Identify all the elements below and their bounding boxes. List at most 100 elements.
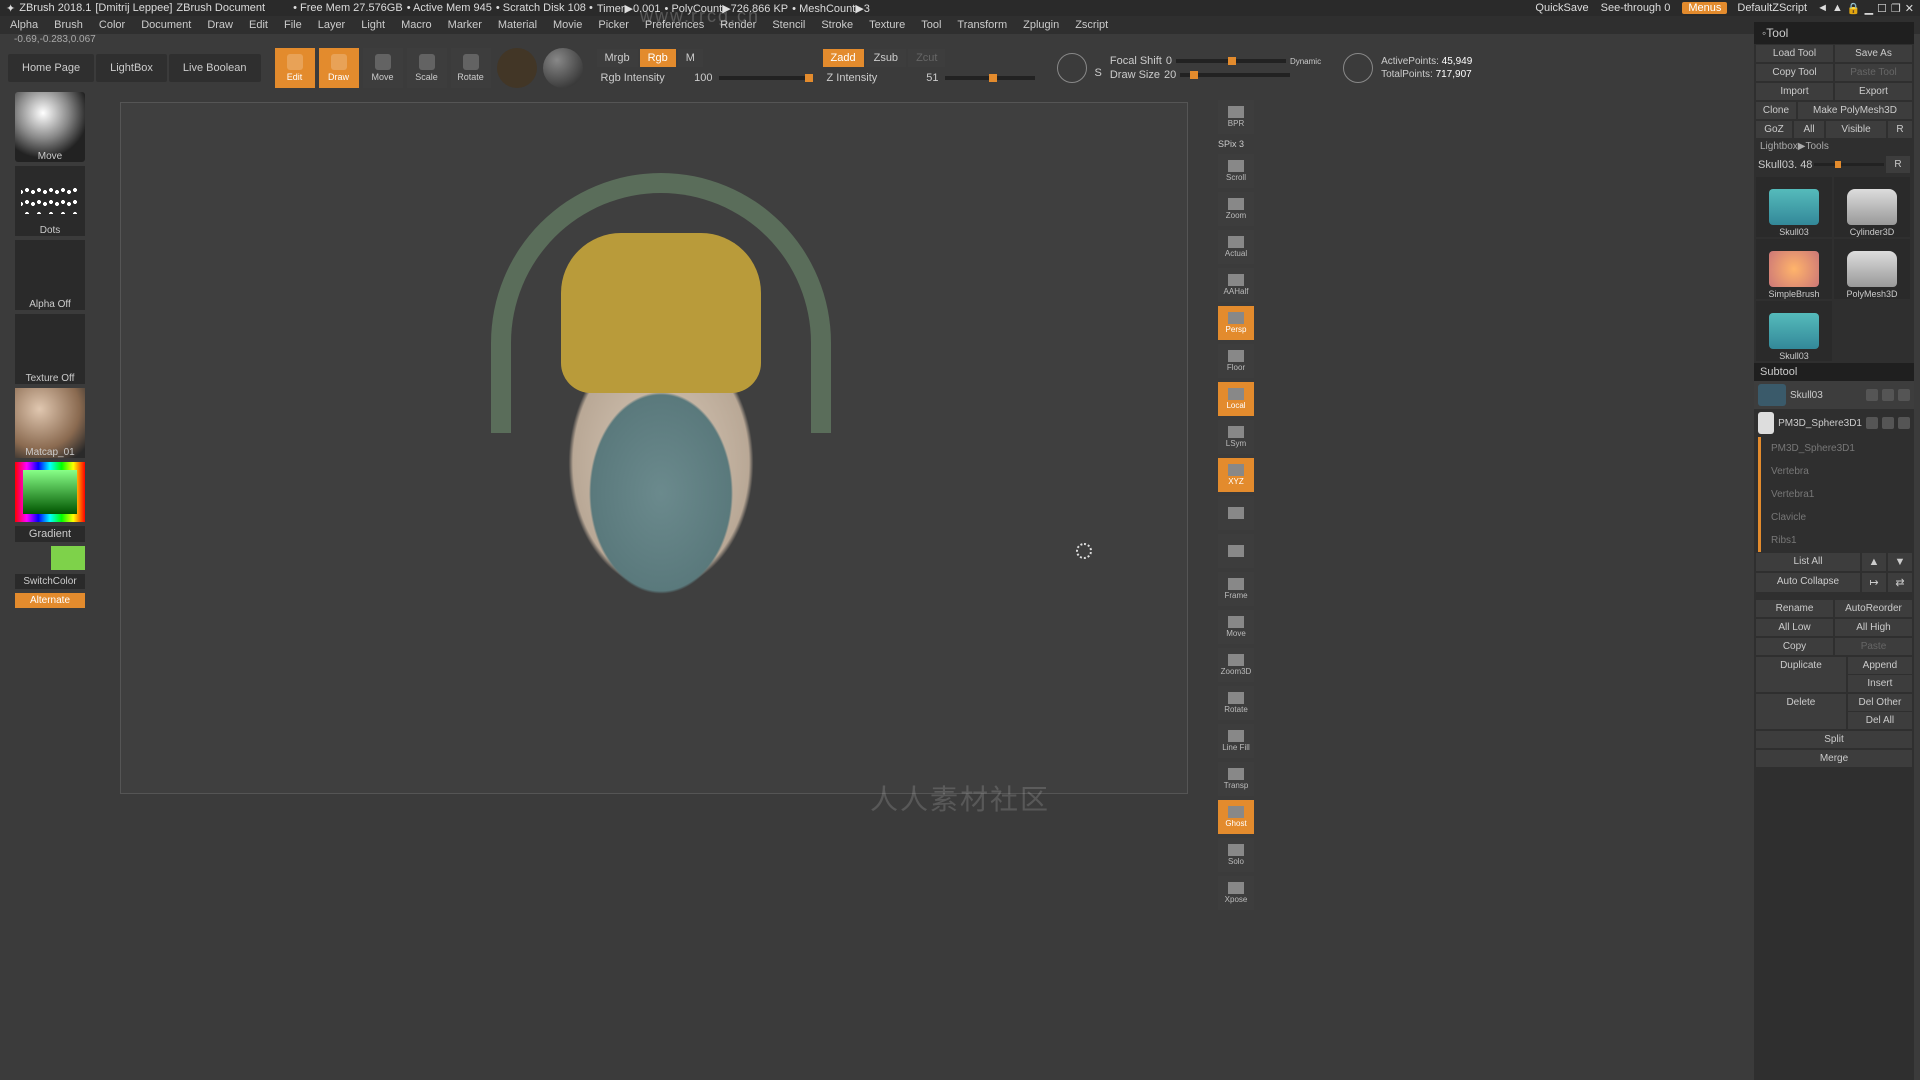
color-picker[interactable] [15,462,85,522]
scale-mode-button[interactable]: Scale [407,48,447,88]
menu-zplugin[interactable]: Zplugin [1023,19,1059,31]
menu-render[interactable]: Render [720,19,756,31]
local-button[interactable]: Local [1218,382,1254,416]
sculptris-button[interactable] [543,48,583,88]
paste-button[interactable]: Paste [1835,638,1912,655]
insert-button[interactable]: Insert [1848,675,1912,692]
transp-button[interactable]: Transp [1218,762,1254,796]
solo-button[interactable]: Solo [1218,838,1254,872]
xyz-button[interactable]: XYZ [1218,458,1254,492]
quicksave-button[interactable]: QuickSave [1535,2,1588,14]
swatch-primary[interactable] [15,546,49,570]
zoom3d-button[interactable]: Zoom3D [1218,648,1254,682]
viewport[interactable] [120,102,1188,794]
switchcolor-button[interactable]: SwitchColor [15,574,85,589]
subtool-dim-ribs1[interactable]: Ribs1 [1761,529,1914,552]
swatch-secondary[interactable] [51,546,85,570]
menu-light[interactable]: Light [361,19,385,31]
import-button[interactable]: Import [1756,83,1833,100]
tab-home[interactable]: Home Page [8,54,94,82]
lightbox-tools-label[interactable]: Lightbox▶Tools [1754,139,1914,154]
menu-layer[interactable]: Layer [318,19,346,31]
tool-item-simplebrush[interactable]: SimpleBrush [1756,239,1832,299]
menu-document[interactable]: Document [141,19,191,31]
dynamic-label[interactable]: Dynamic [1290,57,1321,66]
linefill-button[interactable]: Line Fill [1218,724,1254,758]
bpr-button[interactable]: BPR [1218,100,1254,134]
goz-visible-button[interactable]: Visible [1826,121,1886,138]
lock-icon[interactable]: 🔒 [1847,2,1861,15]
menu-stroke[interactable]: Stroke [821,19,853,31]
mrgb-button[interactable]: Mrgb [597,49,638,67]
rename-button[interactable]: Rename [1756,600,1833,617]
delother-button[interactable]: Del Other [1848,694,1912,711]
focal-shift-slider[interactable] [1176,59,1286,63]
actual-button[interactable]: Actual [1218,230,1254,264]
allhigh-button[interactable]: All High [1835,619,1912,636]
stroke-selector[interactable]: Dots [15,166,85,236]
brush-icon[interactable] [1882,389,1894,401]
zadd-button[interactable]: Zadd [823,49,864,67]
menu-color[interactable]: Color [99,19,125,31]
tool-r-button[interactable]: R [1886,156,1910,173]
zsub-button[interactable]: Zsub [866,49,906,67]
rotate-button[interactable]: Rotate [1218,686,1254,720]
menu-preferences[interactable]: Preferences [645,19,704,31]
subtool-dim-vertebra1[interactable]: Vertebra1 [1761,483,1914,506]
menu-zscript[interactable]: Zscript [1075,19,1108,31]
zintensity-slider[interactable] [945,76,1035,80]
subtool-dim-vertebra[interactable]: Vertebra [1761,460,1914,483]
tool-header[interactable]: ◦ Tool [1754,22,1914,44]
paste-tool-button[interactable]: Paste Tool [1835,64,1912,81]
autocollapse-right-icon[interactable]: ↦ [1862,573,1886,592]
spix-label[interactable]: SPix 3 [1218,138,1254,150]
duplicate-button[interactable]: Duplicate [1756,657,1846,692]
minimize-icon[interactable]: ▁ [1865,2,1873,15]
subtool-pm3d_sphere3d1[interactable]: PM3D_Sphere3D1 [1754,409,1914,437]
listall-button[interactable]: List All [1756,553,1860,571]
menu-tool[interactable]: Tool [921,19,941,31]
menu-picker[interactable]: Picker [598,19,629,31]
copy-tool-button[interactable]: Copy Tool [1756,64,1833,81]
frame-button[interactable]: Frame [1218,572,1254,606]
append-button[interactable]: Append [1848,657,1912,674]
restore-icon[interactable]: ❐ [1891,2,1901,15]
eye-icon[interactable] [1866,417,1878,429]
menu-material[interactable]: Material [498,19,537,31]
brush-selector[interactable]: Move [15,92,85,162]
subtool-skull03[interactable]: Skull03 [1754,381,1914,409]
tool-item-skull03-2[interactable]: Skull03 [1756,301,1832,361]
alpha-selector[interactable]: Alpha Off [15,240,85,310]
lsym-button[interactable]: LSym [1218,420,1254,454]
zcut-button[interactable]: Zcut [908,49,945,67]
rgb-button[interactable]: Rgb [640,49,676,67]
close-icon[interactable]: ✕ [1905,2,1914,15]
alllow-button[interactable]: All Low [1756,619,1833,636]
menu-macro[interactable]: Macro [401,19,432,31]
eye-icon[interactable] [1866,389,1878,401]
menu-file[interactable]: File [284,19,302,31]
autocollapse-button[interactable]: Auto Collapse [1756,573,1860,592]
subtool-dim-clavicle[interactable]: Clavicle [1761,506,1914,529]
nav-11-button[interactable] [1218,496,1254,530]
tab-liveboolean[interactable]: Live Boolean [169,54,261,82]
m-button[interactable]: M [678,49,703,67]
autocollapse-swap-icon[interactable]: ⇄ [1888,573,1912,592]
split-button[interactable]: Split [1756,731,1912,748]
menu-marker[interactable]: Marker [448,19,482,31]
draw-size-slider[interactable] [1180,73,1290,77]
subtool-header[interactable]: Subtool [1754,363,1914,381]
draw-mode-button[interactable]: Draw [319,48,359,88]
menu-texture[interactable]: Texture [869,19,905,31]
brush-icon[interactable] [1882,417,1894,429]
tool-item-polymesh3d[interactable]: PolyMesh3D [1834,239,1910,299]
move-mode-button[interactable]: Move [363,48,403,88]
scroll-button[interactable]: Scroll [1218,154,1254,188]
persp-button[interactable]: Persp [1218,306,1254,340]
maximize-icon[interactable]: ☐ [1877,2,1887,15]
alternate-button[interactable]: Alternate [15,593,85,608]
zoom-button[interactable]: Zoom [1218,192,1254,226]
floor-button[interactable]: Floor [1218,344,1254,378]
subtool-dim-pm3d_sphere3d1[interactable]: PM3D_Sphere3D1 [1761,437,1914,460]
nav-12-button[interactable] [1218,534,1254,568]
